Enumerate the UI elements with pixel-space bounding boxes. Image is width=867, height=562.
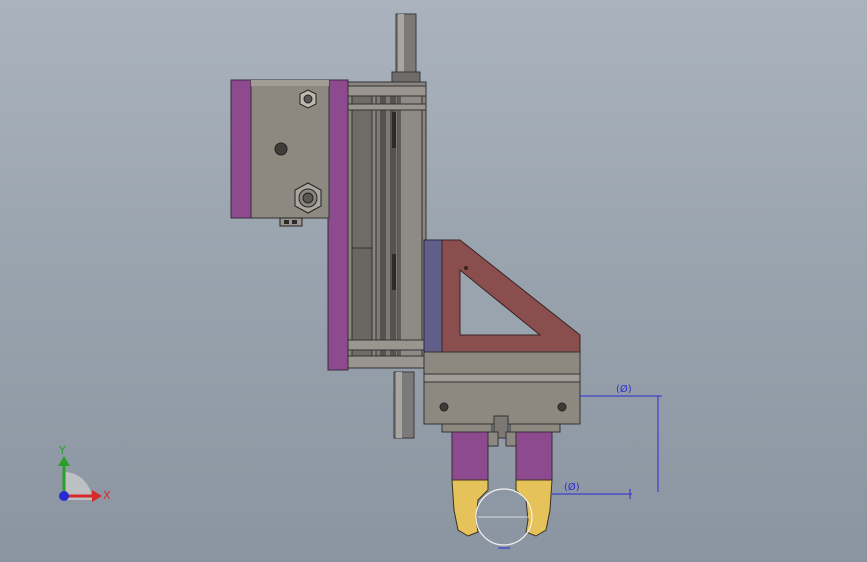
coordinate-triad — [58, 456, 102, 502]
cylinder-block — [230, 79, 330, 227]
cad-viewport[interactable]: (Ø) (Ø) Y X — [0, 0, 867, 562]
cad-drawing: (Ø) (Ø) Y X — [58, 13, 662, 549]
workpiece-circle — [475, 488, 533, 549]
guide-rod-bottom — [393, 371, 415, 439]
back-plate — [327, 79, 349, 371]
gripper-body — [423, 351, 581, 439]
guide-rod-top — [391, 13, 421, 85]
dimension-vertical — [580, 395, 662, 492]
dimension-vertical-label: (Ø) — [616, 383, 632, 395]
gripper-finger-left — [451, 431, 499, 537]
triad-y-label: Y — [58, 444, 66, 457]
triad-x-label: X — [103, 489, 111, 502]
dimension-horizontal-label: (Ø) — [564, 481, 580, 493]
gripper-finger-right — [505, 431, 553, 537]
triangular-bracket — [441, 239, 581, 353]
linear-rail-frame — [345, 81, 427, 369]
adapter-plate — [423, 239, 443, 353]
